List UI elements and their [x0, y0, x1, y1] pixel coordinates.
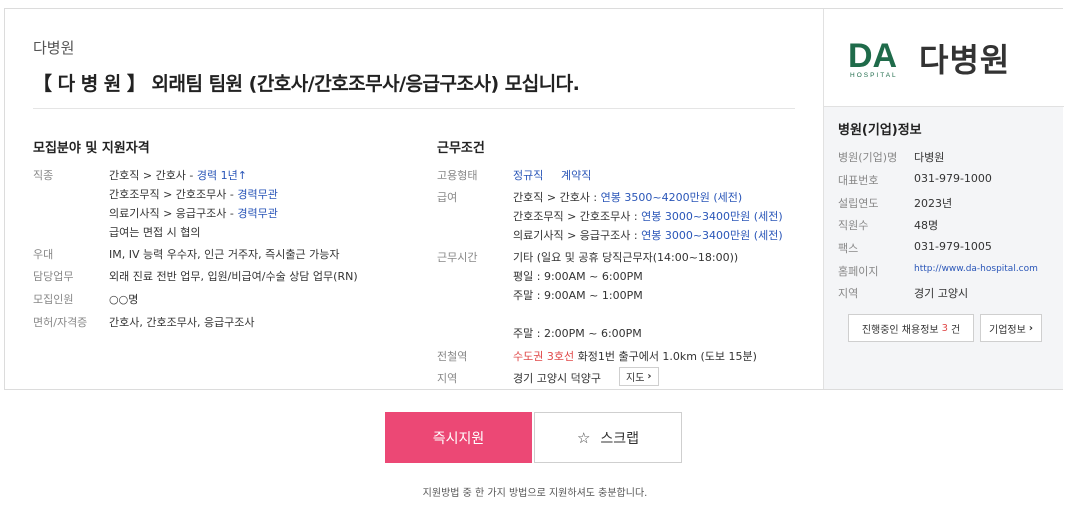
- map-button[interactable]: 지도 ›: [619, 367, 659, 386]
- hours-line-4: 주말 : 2:00PM ~ 6:00PM: [513, 327, 642, 340]
- duties-value: 외래 진료 전반 업무, 입원/비급여/수술 상담 업무(RN): [109, 270, 358, 283]
- hours-label: 근무시간: [437, 251, 478, 264]
- scrap-button-label: 스크랩: [600, 430, 640, 447]
- scrap-button[interactable]: ☆ 스크랩: [534, 412, 682, 463]
- region-label: 지역: [437, 372, 458, 385]
- employment-regular: 정규직: [513, 169, 544, 182]
- active-jobs-unit: 건: [950, 324, 961, 336]
- job-posting-card: 다병원 【 다 병 원 】 외래팀 팀원 (간호사/간호조무사/응급구조사) 모…: [4, 8, 1064, 390]
- salary-line-1: 간호직 > 간호사 : 연봉 3500~4200만원 (세전): [513, 191, 743, 204]
- phone-value: 031-979-1000: [914, 172, 992, 185]
- subway-value: 수도권 3호선 화정1번 출구에서 1.0km (도보 15분): [513, 350, 757, 363]
- salary-line-3: 의료기사직 > 응급구조사 : 연봉 3000~3400만원 (세전): [513, 229, 783, 242]
- homepage-label: 홈페이지: [838, 265, 879, 278]
- job-type-label: 직종: [33, 169, 54, 182]
- job-type-line-2: 간호조무직 > 간호조무사 - 경력무관: [109, 188, 278, 201]
- headcount-label: 모집인원: [33, 293, 74, 306]
- region-label: 지역: [838, 287, 859, 300]
- company-info-button[interactable]: 기업정보 ›: [980, 314, 1042, 342]
- fax-value: 031-979-1005: [914, 240, 992, 253]
- chevron-right-icon: ›: [1028, 322, 1033, 334]
- svg-text:DA: DA: [848, 39, 897, 75]
- license-value: 간호사, 간호조무사, 응급구조사: [109, 316, 255, 329]
- job-type-line-4: 급여는 면접 시 협의: [109, 226, 201, 239]
- company-info-heading: 병원(기업)정보: [838, 123, 922, 138]
- hours-line-1: 기타 (일요 및 공휴 당직근무자(14:00~18:00)): [513, 251, 739, 264]
- divider: [33, 108, 795, 109]
- chevron-right-icon: ›: [647, 371, 652, 382]
- logo-text: 다병원: [919, 41, 1011, 79]
- fax-label: 팩스: [838, 242, 859, 255]
- preference-value: IM, IV 능력 우수자, 인근 거주자, 즉시출근 가능자: [109, 248, 340, 261]
- job-type-line-3: 의료기사직 > 응급구조사 - 경력무관: [109, 207, 278, 220]
- active-jobs-label: 진행중인 채용정보: [861, 324, 939, 336]
- company-info-button-label: 기업정보: [989, 324, 1026, 336]
- hospital-logo[interactable]: DA HOSPITAL 다병원: [824, 9, 1064, 107]
- founded-value: 2023년: [914, 197, 953, 210]
- conditions-heading: 근무조건: [437, 141, 485, 156]
- homepage-link[interactable]: http://www.da-hospital.com: [914, 264, 1038, 274]
- apply-notice: 지원방법 중 한 가지 방법으로 지원하셔도 충분합니다.: [422, 488, 648, 499]
- staff-label: 직원수: [838, 219, 869, 232]
- employment-contract: 계약직: [561, 169, 592, 182]
- active-jobs-button[interactable]: 진행중인 채용정보 3건: [848, 314, 974, 342]
- preference-label: 우대: [33, 248, 54, 261]
- duties-label: 담당업무: [33, 270, 74, 283]
- salary-line-2: 간호조무직 > 간호조무사 : 연봉 3000~3400만원 (세전): [513, 210, 783, 223]
- region-value: 경기 고양시 덕양구: [513, 372, 601, 385]
- qualifications-heading: 모집분야 및 지원자격: [33, 141, 150, 156]
- hours-line-2: 평일 : 9:00AM ~ 6:00PM: [513, 270, 643, 283]
- star-icon: ☆: [576, 428, 591, 447]
- active-jobs-count: 3: [941, 322, 948, 334]
- da-logo-icon: DA HOSPITAL: [848, 39, 898, 79]
- job-posting-main: 다병원 【 다 병 원 】 외래팀 팀원 (간호사/간호조무사/응급구조사) 모…: [5, 9, 823, 389]
- license-label: 면허/자격증: [33, 316, 88, 329]
- employment-label: 고용형태: [437, 169, 478, 182]
- map-button-label: 지도: [626, 373, 645, 384]
- headcount-value: ○○명: [109, 293, 139, 306]
- region-value: 경기 고양시: [914, 287, 969, 300]
- company-name-label: 병원(기업)명: [838, 151, 898, 164]
- job-type-line-1: 간호직 > 간호사 - 경력 1년↑: [109, 169, 247, 182]
- salary-label: 급여: [437, 191, 458, 204]
- company-name-value: 다병원: [914, 151, 945, 164]
- hours-line-3: 주말 : 9:00AM ~ 1:00PM: [513, 289, 643, 302]
- svg-text:HOSPITAL: HOSPITAL: [850, 72, 898, 79]
- phone-label: 대표번호: [838, 174, 879, 187]
- apply-button[interactable]: 즉시지원: [385, 412, 532, 463]
- founded-label: 설립연도: [838, 197, 879, 210]
- staff-value: 48명: [914, 219, 939, 232]
- company-name[interactable]: 다병원: [33, 37, 74, 58]
- subway-label: 전철역: [437, 350, 468, 363]
- company-info-sidebar: DA HOSPITAL 다병원 병원(기업)정보 병원(기업)명 다병원 대표번…: [823, 9, 1064, 389]
- job-title: 【 다 병 원 】 외래팀 팀원 (간호사/간호조무사/응급구조사) 모십니다.: [33, 73, 580, 95]
